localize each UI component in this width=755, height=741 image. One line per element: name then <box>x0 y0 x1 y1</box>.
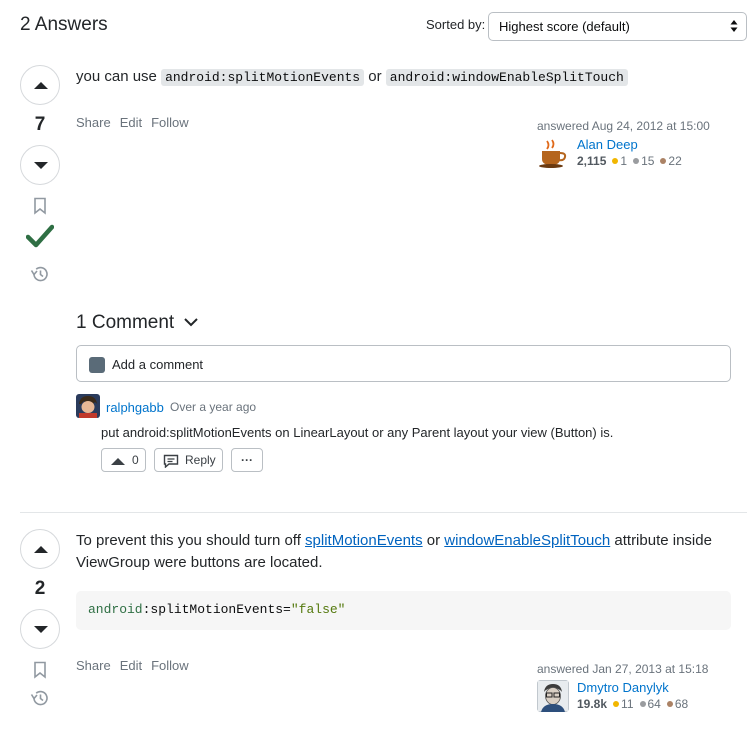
share-link[interactable]: Share <box>76 658 111 673</box>
avatar[interactable] <box>537 137 569 169</box>
comments-toggle[interactable]: 1 Comment <box>76 312 199 334</box>
edit-link[interactable]: Edit <box>120 658 142 673</box>
code-equals: = <box>283 602 291 617</box>
bronze-badge-icon <box>660 158 667 165</box>
answer2-text: To prevent this you should turn off spli… <box>76 530 730 574</box>
reputation-score: 2,115 <box>577 154 607 168</box>
inline-code: android:windowEnableSplitTouch <box>385 69 628 86</box>
comment-more-button[interactable]: ··· <box>231 448 263 472</box>
answer1-text-prefix: you can use <box>76 68 162 85</box>
add-comment-placeholder: Add a comment <box>112 357 204 372</box>
silver-badge-count: 64 <box>647 697 661 711</box>
accepted-check-icon <box>26 224 54 248</box>
answer2-actions: Share Edit Follow <box>76 658 198 673</box>
reputation-score: 19.8k <box>577 697 608 711</box>
comment-user-link[interactable]: ralphgabb <box>106 400 164 415</box>
bronze-badge-icon <box>666 701 673 708</box>
user-card: Dmytro Danylyk 19.8k 11 64 68 <box>537 680 737 712</box>
silver-badge-count: 15 <box>641 154 655 168</box>
answer-time[interactable]: answered Jan 27, 2013 at 15:18 <box>537 662 737 676</box>
answer1-body: you can use android:splitMotionEvents or… <box>76 66 730 89</box>
answers-count-title: 2 Answers <box>20 14 108 35</box>
comment-time[interactable]: Over a year ago <box>170 400 256 414</box>
sort-select-value: Highest score (default) <box>499 19 630 34</box>
arrow-up-icon <box>34 82 48 89</box>
avatar <box>89 357 105 373</box>
answer1-signature: answered Aug 24, 2012 at 15:00 Alan Deep… <box>537 119 737 169</box>
upvote-button[interactable] <box>20 65 60 105</box>
sort-select[interactable]: Highest score (default) <box>488 12 747 41</box>
bookmark-icon[interactable] <box>33 197 47 215</box>
share-link[interactable]: Share <box>76 115 111 130</box>
code-namespace: android <box>88 602 143 617</box>
reply-icon <box>163 454 179 468</box>
inline-code: android:splitMotionEvents <box>161 69 365 86</box>
reply-label: Reply <box>185 453 216 467</box>
gold-badge-icon <box>613 701 620 708</box>
gold-badge-count: 1 <box>620 154 628 168</box>
answer2-signature: answered Jan 27, 2013 at 15:18 Dmytro Da… <box>537 662 737 712</box>
answer2-vote-column: 2 <box>20 529 60 707</box>
answer1-vote-column: 7 <box>20 65 60 283</box>
code-block: android:splitMotionEvents="false" <box>76 591 731 630</box>
answer2-text-middle: or <box>422 532 445 549</box>
follow-link[interactable]: Follow <box>151 115 189 130</box>
answer2-body: To prevent this you should turn off spli… <box>76 530 730 574</box>
split-motion-events-link[interactable]: splitMotionEvents <box>305 532 423 549</box>
answers-header: 2 Answers Sorted by: Highest score (defa… <box>20 12 747 42</box>
gold-badge-icon <box>612 158 619 165</box>
bookmark-icon[interactable] <box>33 661 47 679</box>
comments-title: 1 Comment <box>76 312 175 333</box>
code-attribute: splitMotionEvents <box>150 602 284 617</box>
arrow-down-icon <box>34 626 48 633</box>
history-icon[interactable] <box>30 265 50 283</box>
arrow-up-icon <box>34 546 48 553</box>
downvote-button[interactable] <box>20 145 60 185</box>
user-card: Alan Deep 2,115 1 15 22 <box>537 137 737 169</box>
history-icon[interactable] <box>30 689 50 707</box>
user-name-link[interactable]: Alan Deep <box>577 137 638 152</box>
silver-badge-icon <box>639 701 646 708</box>
downvote-button[interactable] <box>20 609 60 649</box>
window-enable-split-touch-link[interactable]: windowEnableSplitTouch <box>444 532 610 549</box>
answer1-score: 7 <box>34 114 46 135</box>
user-reputation: 19.8k 11 64 68 <box>577 697 688 711</box>
sort-label: Sorted by: <box>426 17 486 32</box>
comment-reply-button[interactable]: Reply <box>154 448 223 472</box>
more-icon: ··· <box>241 453 253 467</box>
user-name-link[interactable]: Dmytro Danylyk <box>577 680 669 695</box>
answer1-actions: Share Edit Follow <box>76 115 198 130</box>
add-comment-input[interactable]: Add a comment <box>76 345 731 382</box>
code-value: "false" <box>290 602 346 617</box>
silver-badge-icon <box>633 158 640 165</box>
bronze-badge-count: 22 <box>668 154 682 168</box>
gold-badge-count: 11 <box>621 697 634 711</box>
comment-upvote-button[interactable]: 0 <box>101 448 146 472</box>
arrow-up-icon <box>111 458 125 465</box>
answer1-text: you can use android:splitMotionEvents or… <box>76 66 730 89</box>
follow-link[interactable]: Follow <box>151 658 189 673</box>
answer2-score: 2 <box>34 578 46 599</box>
upvote-button[interactable] <box>20 529 60 569</box>
bronze-badge-count: 68 <box>674 697 689 711</box>
arrow-down-icon <box>34 162 48 169</box>
avatar[interactable] <box>76 394 100 418</box>
select-arrows-icon <box>730 20 738 32</box>
comment-text: put android:splitMotionEvents on LinearL… <box>101 425 614 440</box>
edit-link[interactable]: Edit <box>120 115 142 130</box>
user-reputation: 2,115 1 15 22 <box>577 154 682 168</box>
comment-vote-count: 0 <box>132 453 139 467</box>
chevron-down-icon <box>184 318 199 327</box>
answer-divider <box>20 512 747 513</box>
answer2-text-prefix: To prevent this you should turn off <box>76 532 306 549</box>
avatar[interactable] <box>537 680 569 712</box>
answer1-text-middle: or <box>364 68 386 85</box>
answer-time[interactable]: answered Aug 24, 2012 at 15:00 <box>537 119 737 133</box>
